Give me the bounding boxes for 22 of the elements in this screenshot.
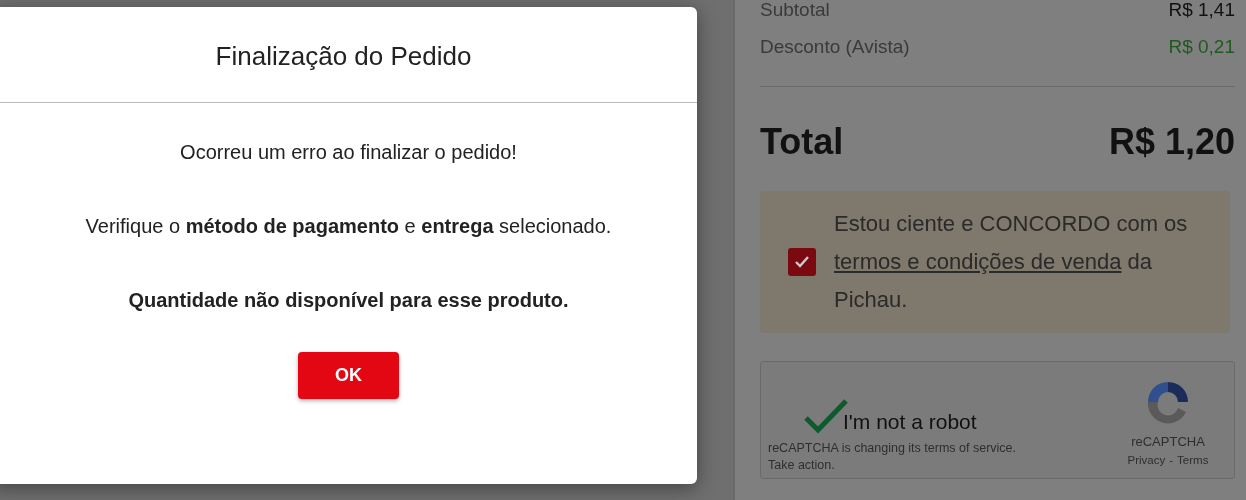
summary-value: R$ 0,21 <box>1168 35 1235 60</box>
recaptcha-label: I'm not a robot <box>843 409 977 435</box>
modal-message: Quantidade não disponível para esse produto. <box>127 288 570 314</box>
terms-text: Estou ciente e CONCORDO com os termos e condições de venda da Pichau. <box>834 210 1189 314</box>
take-action-link[interactable]: Take action. <box>768 457 835 474</box>
recaptcha-brand: reCAPTCHA <box>1131 433 1205 451</box>
ok-button[interactable]: OK <box>298 351 399 399</box>
check-icon <box>794 254 810 270</box>
summary-label: Desconto (Avista) <box>760 35 910 60</box>
modal-title: Finalização do Pedido <box>0 7 697 104</box>
terms-checkbox[interactable] <box>788 248 816 276</box>
separator: - <box>1169 452 1174 468</box>
recaptcha-notice: reCAPTCHA is changing its terms of service. <box>768 440 1016 457</box>
modal-message: Ocorreu um erro ao finalizar o pedido! <box>179 140 518 166</box>
summary-value: R$ 1,41 <box>1168 0 1235 23</box>
summary-label: Subtotal <box>760 0 830 23</box>
modal-message: Verifique o método de pagamento e entrega selecionado. <box>84 214 613 240</box>
conditions-link[interactable]: termos e condições de venda <box>834 249 1122 274</box>
privacy-link[interactable]: Privacy <box>1127 451 1166 469</box>
terms-of-service-link[interactable]: Terms <box>1177 451 1209 469</box>
total-label: Total <box>760 120 844 164</box>
total-value: R$ 1,20 <box>1108 120 1235 164</box>
